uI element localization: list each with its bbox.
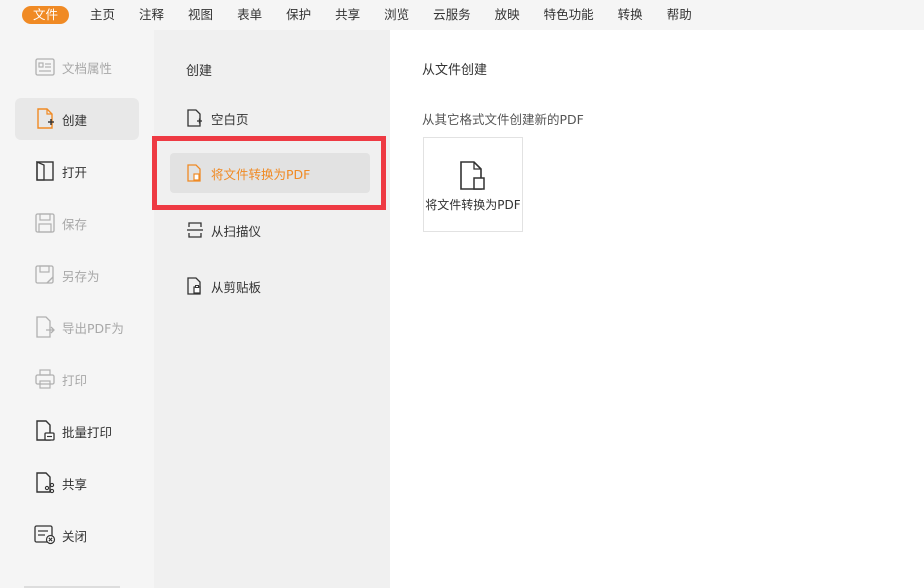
menu-slideshow[interactable]: 放映 [495,6,520,24]
card-label: 将文件转换为PDF [425,198,521,212]
submenu-blank-page[interactable]: 空白页 [170,98,370,138]
nav-open[interactable]: 打开 [15,150,139,192]
nav-save-as[interactable]: 另存为 [15,254,139,296]
menu-home[interactable]: 主页 [90,6,115,24]
menu-convert[interactable]: 转换 [618,6,643,24]
nav-close[interactable]: 关闭 [15,514,139,556]
save-icon [34,212,56,234]
submenu-scanner[interactable]: 从扫描仪 [170,210,370,250]
nav-label: 关闭 [62,528,88,544]
menu-browse[interactable]: 浏览 [384,6,409,24]
menu-share[interactable]: 共享 [335,6,360,24]
nav-label: 批量打印 [62,424,113,440]
scanner-icon [186,221,204,239]
menu-help[interactable]: 帮助 [667,6,692,24]
create-icon [34,108,56,130]
menu-cloud[interactable]: 云服务 [433,6,471,24]
document-properties-icon [34,56,56,78]
submenu-label: 将文件转换为PDF [211,166,311,182]
submenu-title: 创建 [186,64,213,79]
menu-protect[interactable]: 保护 [286,6,311,24]
blank-page-icon [186,109,204,127]
close-doc-icon [34,524,56,546]
export-pdf-icon [34,316,56,338]
menu-view[interactable]: 视图 [188,6,213,24]
batch-print-icon [34,420,56,442]
nav-document-properties[interactable]: 文档属性 [15,46,139,88]
nav-label: 保存 [62,216,88,232]
nav-label: 创建 [62,112,88,128]
nav-label: 打印 [62,372,88,388]
submenu-clipboard[interactable]: 从剪贴板 [170,266,370,306]
nav-label: 共享 [62,476,88,492]
menu-annotate[interactable]: 注释 [139,6,164,24]
left-nav: 文档属性 创建 打开 保存 另存为 导出PDF为 打印 批量打印 共享 关闭 [0,30,154,588]
menu-features[interactable]: 特色功能 [544,6,594,24]
nav-save[interactable]: 保存 [15,202,139,244]
nav-label: 导出PDF为 [62,320,124,336]
menu-form[interactable]: 表单 [237,6,262,24]
nav-label: 另存为 [62,268,100,284]
open-icon [34,160,56,182]
menu-file[interactable]: 文件 [22,6,70,24]
create-submenu: 创建 空白页 将文件转换为PDF 从扫描仪 从剪贴板 [152,30,390,588]
nav-export-pdf[interactable]: 导出PDF为 [15,306,139,348]
content-panel: 从文件创建 从其它格式文件创建新的PDF 将文件转换为PDF [390,30,924,588]
share-icon [34,472,56,494]
submenu-label: 从扫描仪 [211,223,262,239]
save-as-icon [34,264,56,286]
submenu-label: 从剪贴板 [211,279,262,295]
convert-to-pdf-card[interactable]: 将文件转换为PDF [423,137,523,232]
convert-file-icon [186,164,204,182]
submenu-convert-file[interactable]: 将文件转换为PDF [170,153,370,193]
nav-create[interactable]: 创建 [15,98,139,140]
nav-share[interactable]: 共享 [15,462,139,504]
clipboard-icon [186,277,204,295]
nav-print[interactable]: 打印 [15,358,139,400]
file-convert-icon [458,160,490,192]
content-title: 从文件创建 [422,63,488,78]
submenu-label: 空白页 [211,111,249,127]
print-icon [34,368,56,390]
content-subtitle: 从其它格式文件创建新的PDF [422,112,584,127]
menu-bar: 文件 主页 注释 视图 表单 保护 共享 浏览 云服务 放映 特色功能 转换 帮… [0,0,924,30]
nav-label: 文档属性 [62,60,113,76]
nav-label: 打开 [62,164,88,180]
nav-batch-print[interactable]: 批量打印 [15,410,139,452]
